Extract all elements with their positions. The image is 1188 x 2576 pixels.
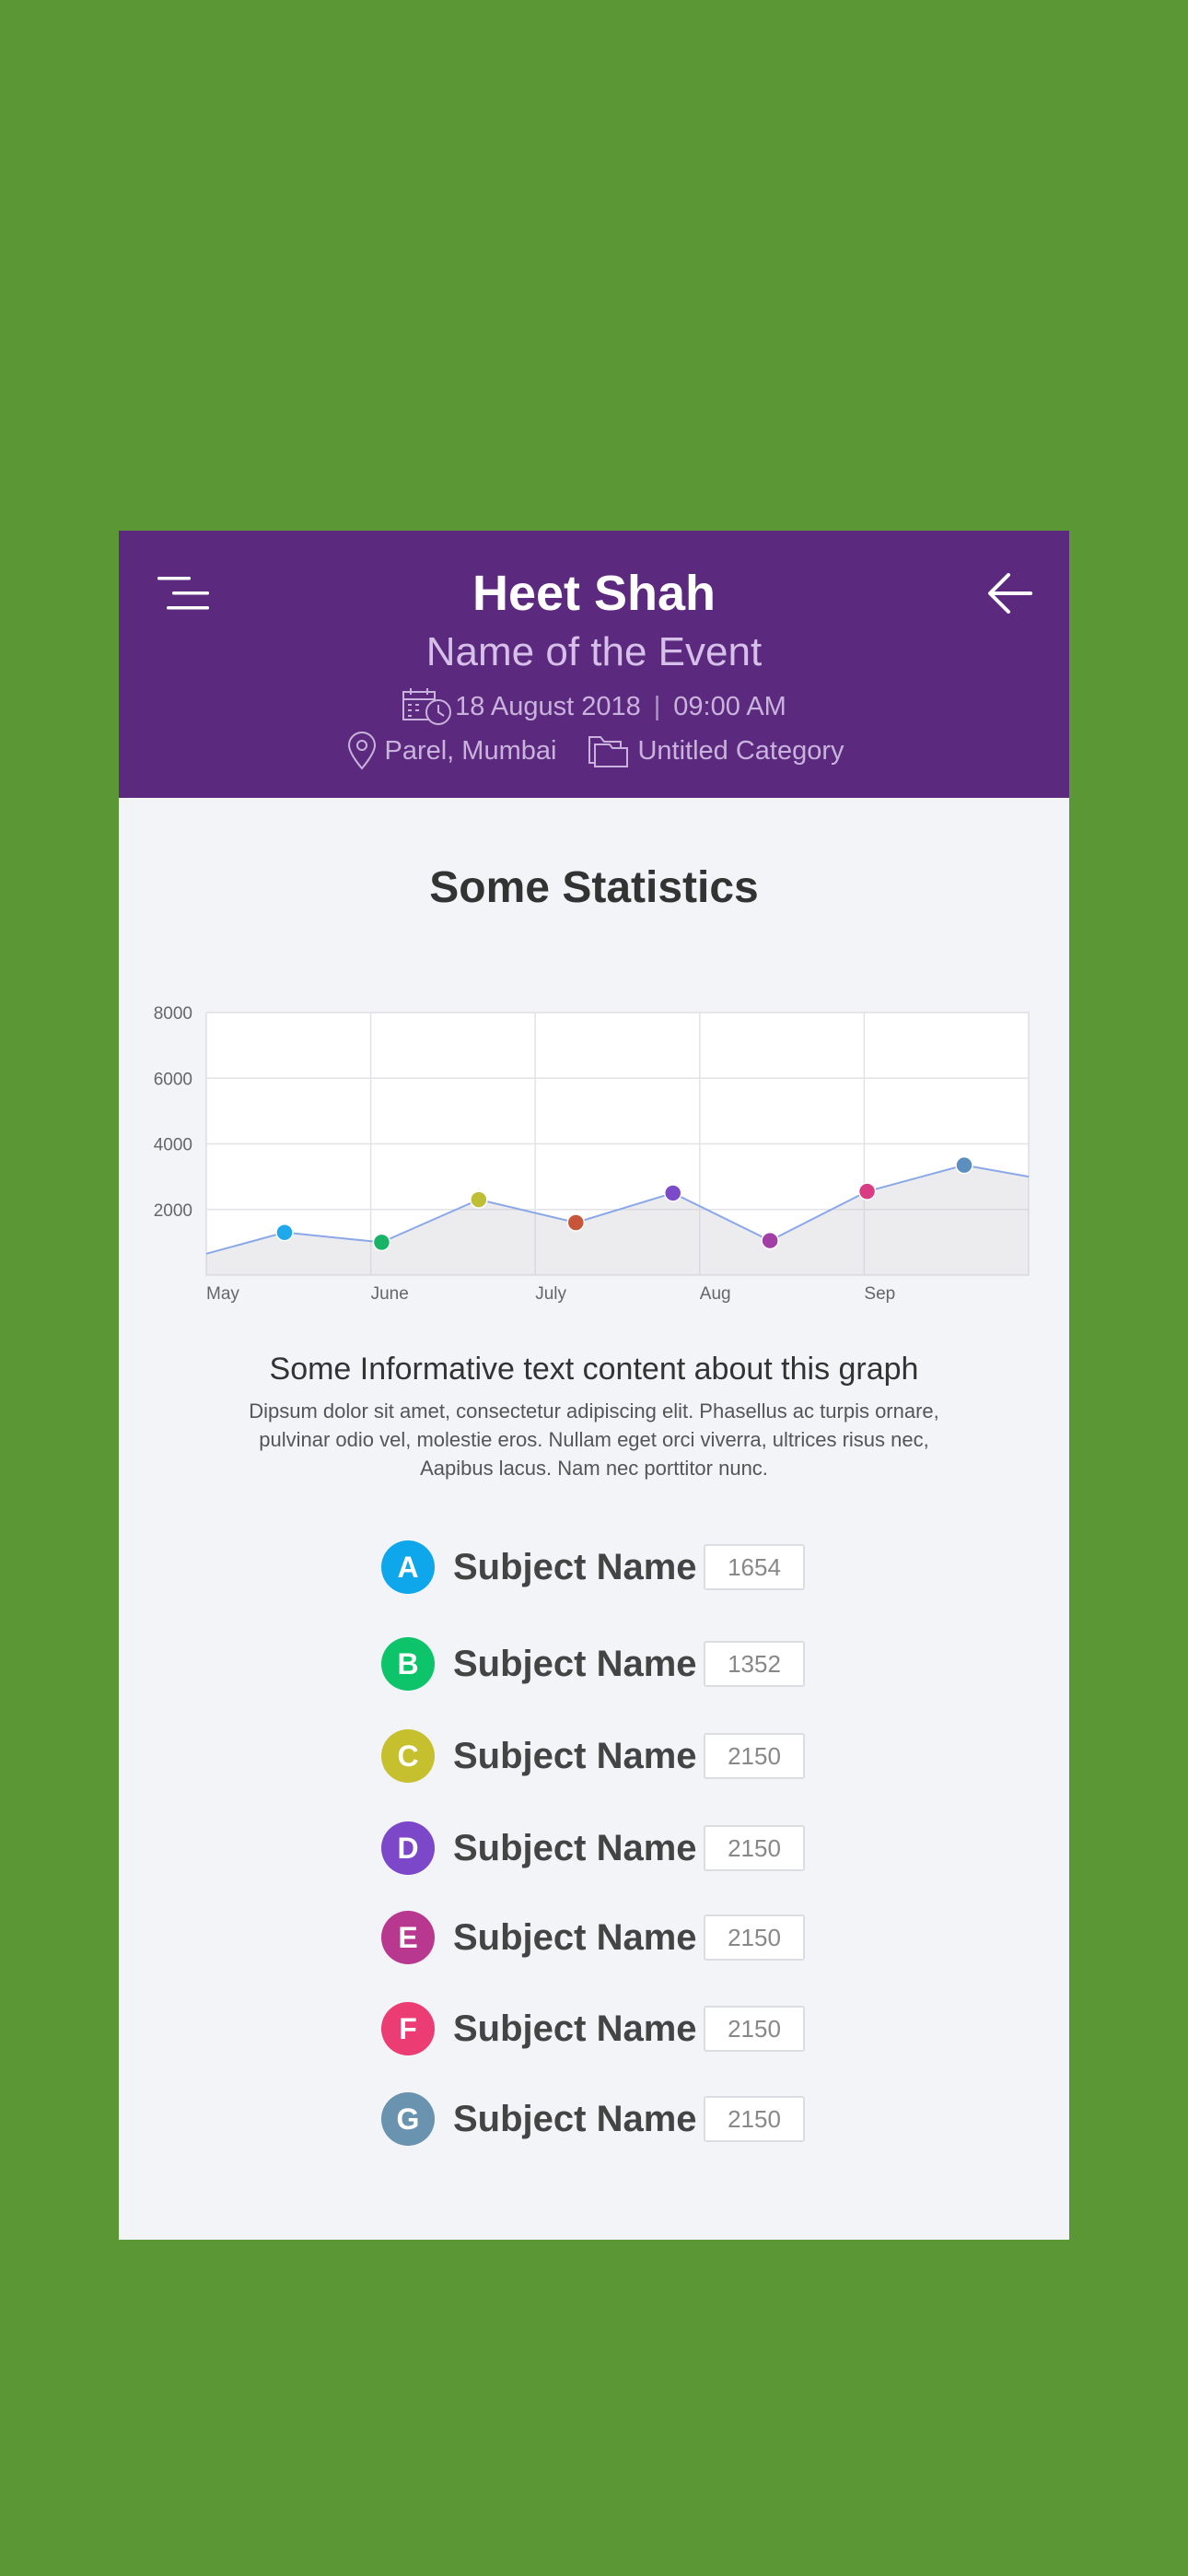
event-name: Name of the Event — [425, 629, 763, 674]
subject-value: 2150 — [704, 2006, 805, 2052]
x-tick-label: July — [535, 1284, 566, 1304]
x-tick-label: Aug — [700, 1284, 731, 1304]
event-datetime: 18 August 2018 | 09:00 AM — [119, 687, 1069, 726]
arrow-left-icon[interactable] — [986, 569, 1034, 617]
y-tick-label: 2000 — [154, 1201, 192, 1221]
subject-name: Subject Name — [453, 2099, 697, 2139]
subject-name: Subject Name — [453, 2008, 697, 2049]
separator: | — [653, 692, 661, 721]
map-pin-icon — [348, 732, 377, 770]
subject-value: 2150 — [704, 1733, 805, 1779]
statistics-chart: 8000 6000 4000 2000 May June July Aug Sep — [119, 922, 1069, 1309]
subject-badge: B — [381, 1637, 435, 1691]
subject-name: Subject Name — [453, 1644, 697, 1684]
info-body: Dipsum dolor sit amet, consectetur adipi… — [249, 1399, 939, 1480]
subject-row[interactable]: G Subject Name 2150 — [381, 2091, 805, 2147]
x-tick-label: Sep — [864, 1284, 895, 1304]
subject-value: 2150 — [704, 2096, 805, 2142]
y-tick-label: 8000 — [154, 1004, 192, 1024]
calendar-clock-icon — [402, 688, 452, 725]
data-point — [857, 1182, 877, 1200]
subject-row[interactable]: A Subject Name 1654 — [381, 1540, 805, 1595]
event-time: 09:00 AM — [673, 692, 786, 721]
subject-badge: F — [381, 2002, 435, 2055]
y-tick-label: 4000 — [154, 1136, 192, 1155]
person-name: Heet Shah — [472, 566, 716, 621]
subject-row[interactable]: D Subject Name 2150 — [381, 1821, 805, 1876]
subject-row[interactable]: C Subject Name 2150 — [381, 1728, 805, 1784]
subject-badge: A — [381, 1540, 435, 1594]
subject-name: Subject Name — [453, 1736, 697, 1776]
stats-title: Some Statistics — [429, 863, 759, 912]
subject-value: 1654 — [704, 1544, 805, 1590]
data-point — [566, 1213, 586, 1232]
subject-badge: E — [381, 1911, 435, 1964]
subject-value: 1352 — [704, 1641, 805, 1687]
folder-icon — [588, 736, 629, 767]
event-header: Heet Shah Name of the Event 18 August 20… — [119, 531, 1069, 798]
app-screen: Heet Shah Name of the Event 18 August 20… — [119, 531, 1069, 2240]
subject-badge: C — [381, 1729, 435, 1783]
y-tick-label: 6000 — [154, 1070, 192, 1089]
data-point — [955, 1155, 973, 1175]
subject-name: Subject Name — [453, 1917, 697, 1958]
subject-row[interactable]: F Subject Name 2150 — [381, 2001, 805, 2056]
event-location: Parel, Mumbai — [384, 736, 557, 766]
data-point — [663, 1184, 682, 1202]
x-tick-label: May — [206, 1284, 239, 1304]
chart-svg: 8000 6000 4000 2000 May June July Aug Sep — [154, 1004, 1030, 1304]
subject-name: Subject Name — [453, 1828, 697, 1868]
subject-badge: G — [381, 2092, 435, 2146]
event-meta: Parel, Mumbai Untitled Category — [119, 732, 1069, 770]
subject-badge: D — [381, 1821, 435, 1875]
event-date: 18 August 2018 — [455, 692, 641, 721]
subject-name: Subject Name — [453, 1547, 697, 1587]
data-point — [372, 1233, 391, 1252]
subject-value: 2150 — [704, 1825, 805, 1871]
subject-row[interactable]: E Subject Name 2150 — [381, 1910, 805, 1965]
x-tick-label: June — [371, 1284, 409, 1304]
data-point — [470, 1190, 488, 1209]
subject-value: 2150 — [704, 1914, 805, 1961]
data-point — [761, 1231, 779, 1250]
subject-row[interactable]: B Subject Name 1352 — [381, 1636, 805, 1692]
info-title: Some Informative text content about this… — [269, 1352, 919, 1387]
data-point — [275, 1223, 294, 1242]
event-category: Untitled Category — [637, 736, 844, 766]
